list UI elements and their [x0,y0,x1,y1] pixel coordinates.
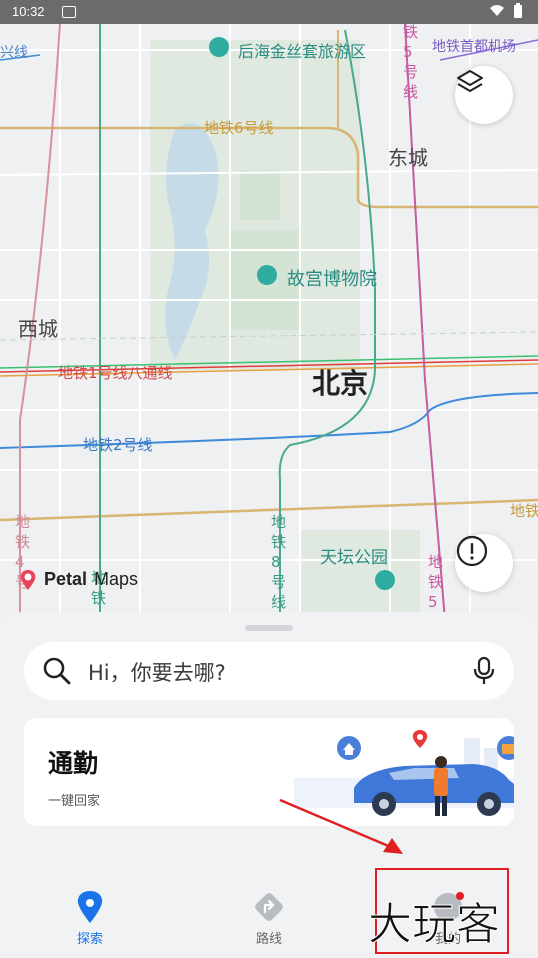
map-label-dongcheng: 东城 [388,146,428,170]
map-label-tiantan: 天坛公园 [320,548,388,568]
layers-icon [457,70,483,92]
map-view[interactable]: 兴线 后海金丝套旅游区 地铁首都机场 地铁6号线 东城 故宫博物院 西城 地铁1… [0,0,538,650]
map-label-line5-south: 地铁5 [428,553,444,611]
nav-explore-label: 探索 [76,932,103,947]
map-label-beijing: 北京 [312,367,369,400]
brand-suffix: Maps [94,569,139,589]
map-label-gugong: 故宫博物院 [287,269,377,290]
poi-marker [209,37,229,57]
map-label-line2: 地铁2号线 [83,436,153,454]
route-icon [255,893,283,921]
search-bar[interactable]: Hi，你要去哪? [24,642,514,700]
nav-route-label: 路线 [255,932,282,947]
map-label-line8: 地铁8号线 [271,513,287,611]
alert-icon [456,535,488,567]
location-pin-icon [77,891,103,923]
poi-marker [257,265,277,285]
microphone-icon[interactable] [472,656,496,686]
drag-handle[interactable] [245,625,293,631]
watermark: 大玩客 [368,899,501,951]
commute-subtitle: 一键回家 [48,794,101,809]
commute-title: 通勤 [48,749,99,778]
map-label-houhai: 后海金丝套旅游区 [238,42,367,61]
map-label-cut: 地铁 [510,502,538,520]
traffic-alert-button[interactable] [455,534,513,592]
map-label-xicheng: 西城 [18,317,58,341]
map-label-line1: 地铁1号线八通线 [58,364,173,382]
status-time: 10:32 [12,4,45,19]
notification-icon [62,6,76,18]
petal-logo-icon [20,570,36,590]
search-input[interactable]: Hi，你要去哪? [88,657,226,687]
map-label-line: 兴线 [0,45,28,61]
wifi-battery-icon [490,3,522,18]
map-label-airport-line: 地铁首都机场 [432,39,516,55]
layers-button[interactable] [455,66,513,124]
nav-route[interactable]: 路线 [224,882,314,952]
brand-name: Petal [44,569,88,589]
bottom-sheet: Hi，你要去哪? 通勤 一键回家 探索 路线 我的 大玩客 [0,612,538,958]
map-label-line6: 地铁6号线 [204,119,274,137]
commute-card[interactable]: 通勤 一键回家 [24,718,514,826]
annotation-arrow [279,798,403,854]
status-bar: 10:32 [0,0,538,24]
poi-marker [375,570,395,590]
nav-explore[interactable]: 探索 [45,882,135,952]
status-icons [488,3,528,23]
search-icon [43,657,71,685]
